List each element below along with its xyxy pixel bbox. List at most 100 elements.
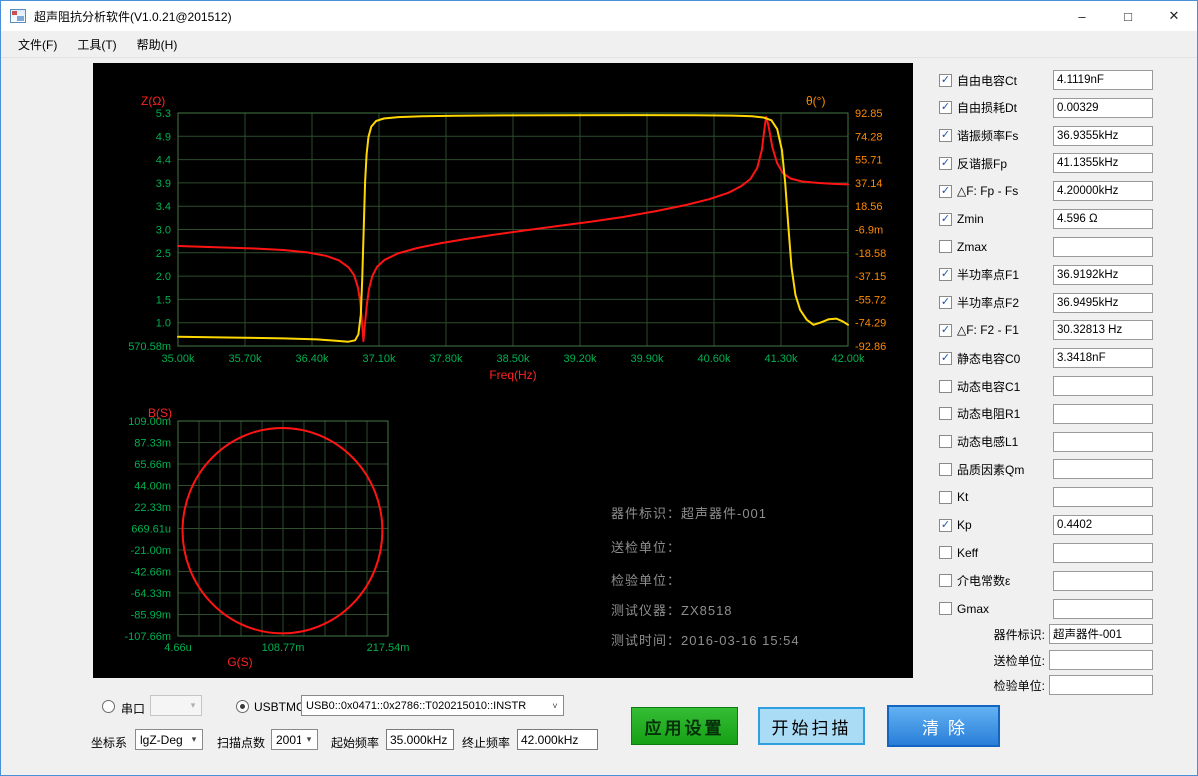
clear-button[interactable]: 清除: [887, 705, 1000, 747]
chevron-down-icon: ▾: [186, 734, 202, 745]
axis-tick-label: 1.5: [156, 294, 171, 306]
axis-tick-label: 74.28: [855, 131, 883, 143]
axis-tick-label: 2.5: [156, 248, 171, 260]
param-row-1: ✓ 自由电容Ct: [939, 66, 1157, 94]
param-checkbox[interactable]: ✓: [939, 519, 952, 532]
apply-settings-button[interactable]: 应用设置: [631, 707, 738, 745]
param-row-2: ✓自由损耗Dt: [939, 94, 1157, 122]
param-value-input[interactable]: [1053, 153, 1153, 173]
param-row-7: Zmax: [939, 233, 1157, 261]
param-checkbox[interactable]: ✓: [939, 185, 952, 198]
axis-tick-label: -74.29: [855, 318, 886, 330]
param-value-input[interactable]: [1053, 320, 1153, 340]
axis-tick-label: 217.54m: [367, 642, 410, 654]
series-admittance-circle: [183, 428, 383, 633]
param-value-input[interactable]: [1053, 98, 1153, 118]
param-value-input[interactable]: [1053, 265, 1153, 285]
device-field-input[interactable]: [1049, 650, 1153, 670]
param-checkbox[interactable]: ✓: [939, 74, 952, 87]
param-checkbox[interactable]: [939, 546, 952, 559]
device-field-row: 器件标识:: [939, 624, 1157, 644]
param-checkbox[interactable]: [939, 463, 952, 476]
param-value-input[interactable]: [1053, 348, 1153, 368]
param-label: Kt: [957, 490, 968, 504]
param-label: 自由电容Ct: [957, 72, 1017, 89]
serial-port-combo[interactable]: ▾: [150, 695, 202, 716]
param-value-input[interactable]: [1053, 181, 1153, 201]
device-info-line: 检验单位：: [611, 570, 681, 589]
device-field-row: 送检单位:: [939, 650, 1157, 670]
menu-tools[interactable]: 工具(T): [67, 32, 126, 57]
param-checkbox[interactable]: ✓: [939, 101, 952, 114]
param-checkbox[interactable]: ✓: [939, 157, 952, 170]
start-scan-button[interactable]: 开始扫描: [758, 707, 865, 745]
serial-radio[interactable]: [102, 700, 115, 713]
minimize-button[interactable]: –: [1059, 1, 1105, 31]
param-row-16: Kt: [939, 483, 1157, 511]
y-axis-title: B(S): [148, 406, 172, 420]
start-frequency-input[interactable]: [386, 729, 454, 750]
param-value-input[interactable]: [1053, 599, 1153, 619]
axis-tick-label: 2.0: [156, 271, 171, 283]
axis-tick-label: -6.9m: [855, 225, 883, 237]
param-row-9: ✓半功率点F2: [939, 289, 1157, 317]
param-value-input[interactable]: [1053, 515, 1153, 535]
close-button[interactable]: ✕: [1151, 1, 1197, 31]
param-row-4: ✓反谐振Fp: [939, 149, 1157, 177]
app-window: 超声阻抗分析软件(V1.0.21@201512) – □ ✕ 文件(F) 工具(…: [0, 0, 1198, 776]
param-checkbox[interactable]: ✓: [939, 352, 952, 365]
device-info-line: 送检单位：: [611, 537, 681, 556]
param-value-input[interactable]: [1053, 459, 1153, 479]
param-label: 谐振频率Fs: [957, 127, 1018, 144]
usbtmc-label: USBTMC: [254, 700, 305, 714]
param-checkbox[interactable]: ✓: [939, 129, 952, 142]
param-value-input[interactable]: [1053, 404, 1153, 424]
axis-tick-label: 4.4: [156, 155, 171, 167]
coord-system-combo[interactable]: lgZ-Deg ▾: [135, 729, 203, 750]
stop-frequency-input[interactable]: [517, 729, 598, 750]
scan-points-value: 2001: [272, 733, 301, 747]
device-field-input[interactable]: [1049, 675, 1153, 695]
param-value-input[interactable]: [1053, 70, 1153, 90]
param-value-input[interactable]: [1053, 571, 1153, 591]
param-label: 半功率点F1: [957, 266, 1019, 283]
param-checkbox[interactable]: [939, 435, 952, 448]
param-checkbox[interactable]: [939, 574, 952, 587]
usbtmc-radio[interactable]: [236, 700, 249, 713]
param-row-14: 动态电感L1: [939, 428, 1157, 456]
param-value-input[interactable]: [1053, 487, 1153, 507]
param-label: Zmax: [957, 240, 987, 254]
param-checkbox[interactable]: [939, 602, 952, 615]
scan-points-combo[interactable]: 2001 ▾: [271, 729, 318, 750]
maximize-button[interactable]: □: [1105, 1, 1151, 31]
axis-tick-label: 42.00k: [831, 353, 865, 365]
param-value-input[interactable]: [1053, 126, 1153, 146]
param-value-input[interactable]: [1053, 432, 1153, 452]
param-checkbox[interactable]: ✓: [939, 324, 952, 337]
param-value-input[interactable]: [1053, 293, 1153, 313]
param-label: 动态电容C1: [957, 378, 1020, 395]
param-row-17: ✓Kp: [939, 511, 1157, 539]
device-field-input[interactable]: [1049, 624, 1153, 644]
param-label: △F: F2 - F1: [957, 323, 1019, 337]
param-checkbox[interactable]: ✓: [939, 213, 952, 226]
param-checkbox[interactable]: [939, 240, 952, 253]
param-checkbox[interactable]: [939, 380, 952, 393]
usbtmc-address-combo[interactable]: USB0::0x0471::0x2786::T020215010::INSTR …: [301, 695, 564, 716]
param-checkbox[interactable]: ✓: [939, 268, 952, 281]
param-row-11: ✓静态电容C0: [939, 344, 1157, 372]
device-field-row: 检验单位:: [939, 675, 1157, 695]
menu-file[interactable]: 文件(F): [8, 32, 67, 57]
axis-tick-label: 36.40k: [295, 353, 329, 365]
param-checkbox[interactable]: ✓: [939, 296, 952, 309]
param-value-input[interactable]: [1053, 237, 1153, 257]
param-value-input[interactable]: [1053, 376, 1153, 396]
menu-help[interactable]: 帮助(H): [127, 32, 188, 57]
axis-tick-label: -92.86: [855, 341, 886, 353]
right-axis-title: θ(°): [806, 94, 825, 108]
axis-tick-label: -18.58: [855, 248, 886, 260]
param-checkbox[interactable]: [939, 491, 952, 504]
param-checkbox[interactable]: [939, 407, 952, 420]
param-value-input[interactable]: [1053, 543, 1153, 563]
param-value-input[interactable]: [1053, 209, 1153, 229]
